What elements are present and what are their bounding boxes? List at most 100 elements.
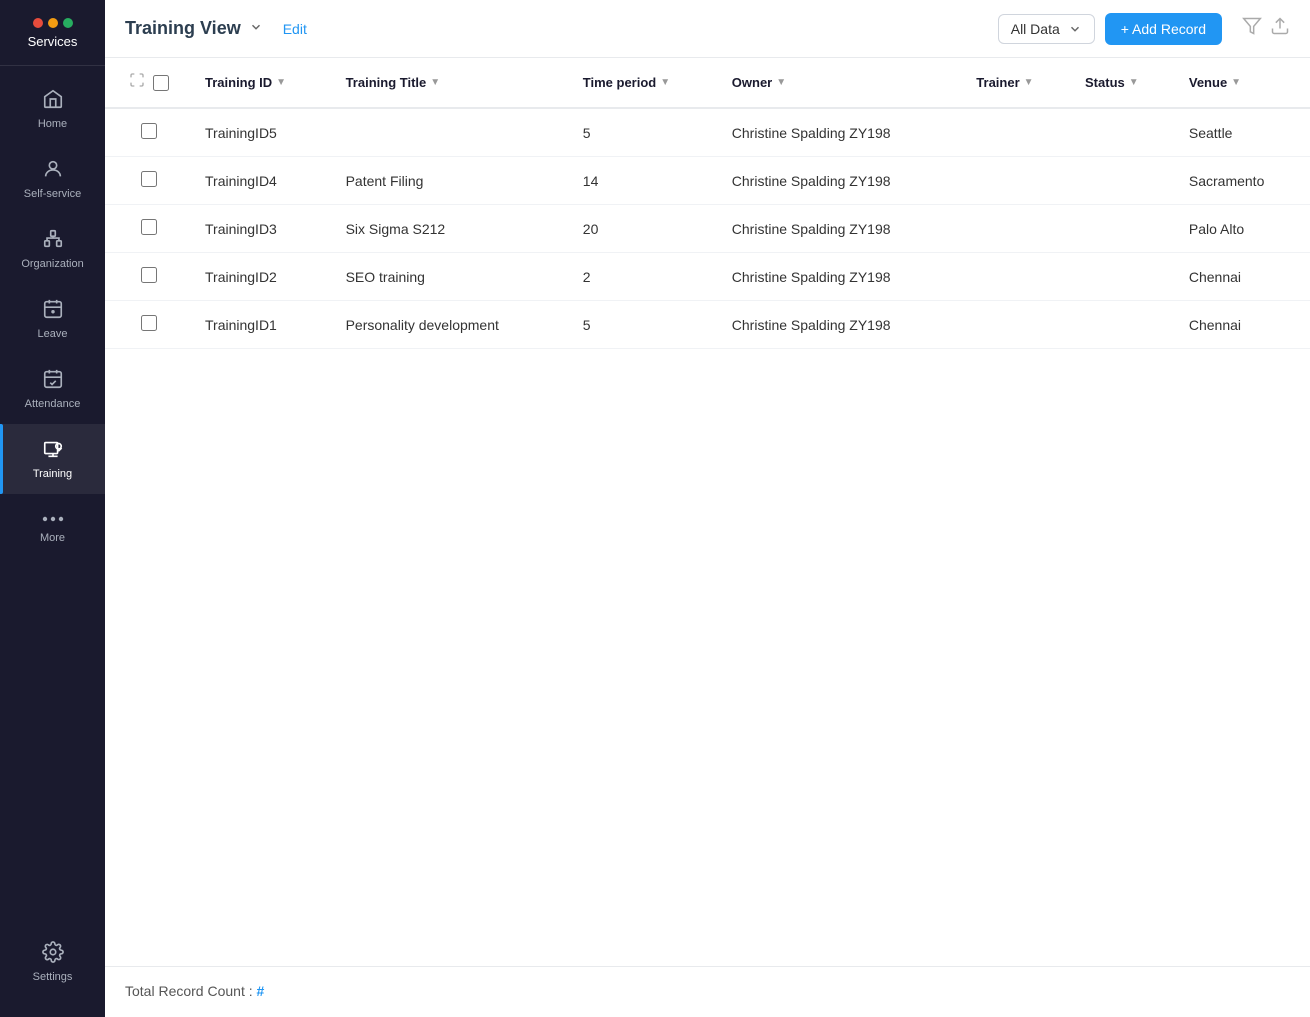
cell-status bbox=[1073, 301, 1177, 349]
cell-owner: Christine Spalding ZY198 bbox=[720, 253, 965, 301]
table-row: TrainingID5 5 Christine Spalding ZY198 S… bbox=[105, 108, 1310, 157]
row-checkbox-3[interactable] bbox=[141, 267, 157, 283]
cell-training-id: TrainingID3 bbox=[193, 205, 334, 253]
th-training-id-sort: ▼ bbox=[276, 77, 286, 88]
th-trainer-sort: ▼ bbox=[1024, 77, 1034, 88]
page-title: Training View bbox=[125, 18, 241, 39]
th-training-title-sort: ▼ bbox=[430, 77, 440, 88]
collapse-icon[interactable] bbox=[129, 72, 145, 93]
filter-icon[interactable] bbox=[1242, 16, 1262, 41]
cell-training-id: TrainingID1 bbox=[193, 301, 334, 349]
sidebar-item-organization[interactable]: Organization bbox=[0, 214, 105, 284]
cell-trainer bbox=[964, 108, 1073, 157]
th-owner[interactable]: Owner ▼ bbox=[720, 58, 965, 108]
edit-link[interactable]: Edit bbox=[283, 21, 307, 37]
sidebar-nav: Home Self-service Organiza bbox=[0, 66, 105, 927]
services-section[interactable]: Services bbox=[0, 0, 105, 66]
sidebar-item-attendance-label: Attendance bbox=[25, 398, 81, 410]
row-checkbox-0[interactable] bbox=[141, 123, 157, 139]
cell-venue: Seattle bbox=[1177, 108, 1310, 157]
cell-venue: Chennai bbox=[1177, 301, 1310, 349]
record-count-label: Total Record Count : # bbox=[125, 983, 264, 999]
filter-dropdown[interactable]: All Data bbox=[998, 14, 1095, 44]
th-time-period[interactable]: Time period ▼ bbox=[571, 58, 720, 108]
cell-venue: Sacramento bbox=[1177, 157, 1310, 205]
dot-red bbox=[33, 18, 43, 28]
row-checkbox-cell bbox=[105, 205, 193, 253]
cell-time-period: 5 bbox=[571, 301, 720, 349]
cell-owner: Christine Spalding ZY198 bbox=[720, 157, 965, 205]
cell-time-period: 5 bbox=[571, 108, 720, 157]
cell-owner: Christine Spalding ZY198 bbox=[720, 108, 965, 157]
th-training-id-label: Training ID bbox=[205, 75, 272, 90]
row-checkbox-2[interactable] bbox=[141, 219, 157, 235]
row-checkbox-1[interactable] bbox=[141, 171, 157, 187]
dot-yellow bbox=[48, 18, 58, 28]
th-training-title[interactable]: Training Title ▼ bbox=[334, 58, 571, 108]
main-content: Training View Edit All Data + Add Record bbox=[105, 0, 1310, 1017]
th-controls bbox=[105, 58, 193, 108]
row-checkbox-cell bbox=[105, 108, 193, 157]
th-training-title-label: Training Title bbox=[346, 75, 427, 90]
sidebar-item-home[interactable]: Home bbox=[0, 74, 105, 144]
cell-status bbox=[1073, 253, 1177, 301]
row-checkbox-cell bbox=[105, 253, 193, 301]
table-row: TrainingID2 SEO training 2 Christine Spa… bbox=[105, 253, 1310, 301]
dot-green bbox=[63, 18, 73, 28]
sidebar-item-settings[interactable]: Settings bbox=[0, 927, 105, 997]
cell-trainer bbox=[964, 205, 1073, 253]
table-header-row: Training ID ▼ Training Title ▼ Time peri… bbox=[105, 58, 1310, 108]
cell-training-title: Personality development bbox=[334, 301, 571, 349]
filter-dropdown-icon bbox=[1068, 22, 1082, 36]
row-checkbox-cell bbox=[105, 157, 193, 205]
sidebar-bottom: Settings bbox=[0, 927, 105, 1017]
cell-venue: Palo Alto bbox=[1177, 205, 1310, 253]
sidebar-item-training-label: Training bbox=[33, 468, 72, 480]
sidebar-item-home-label: Home bbox=[38, 118, 67, 130]
export-icon[interactable] bbox=[1270, 16, 1290, 41]
training-table: Training ID ▼ Training Title ▼ Time peri… bbox=[105, 58, 1310, 349]
th-venue[interactable]: Venue ▼ bbox=[1177, 58, 1310, 108]
home-icon bbox=[42, 88, 64, 114]
sidebar-item-training[interactable]: Training bbox=[0, 424, 105, 494]
sidebar-item-more[interactable]: More bbox=[0, 494, 105, 558]
cell-owner: Christine Spalding ZY198 bbox=[720, 301, 965, 349]
cell-status bbox=[1073, 157, 1177, 205]
th-trainer[interactable]: Trainer ▼ bbox=[964, 58, 1073, 108]
record-count-value: # bbox=[257, 983, 265, 999]
cell-time-period: 2 bbox=[571, 253, 720, 301]
sidebar-item-leave[interactable]: Leave bbox=[0, 284, 105, 354]
training-icon bbox=[42, 438, 64, 464]
cell-trainer bbox=[964, 301, 1073, 349]
th-status[interactable]: Status ▼ bbox=[1073, 58, 1177, 108]
cell-venue: Chennai bbox=[1177, 253, 1310, 301]
cell-status bbox=[1073, 108, 1177, 157]
cell-time-period: 14 bbox=[571, 157, 720, 205]
row-checkbox-4[interactable] bbox=[141, 315, 157, 331]
title-dropdown-icon[interactable] bbox=[249, 20, 263, 37]
cell-training-id: TrainingID2 bbox=[193, 253, 334, 301]
add-record-button[interactable]: + Add Record bbox=[1105, 13, 1222, 45]
th-time-period-label: Time period bbox=[583, 75, 656, 90]
add-record-label: + Add Record bbox=[1121, 21, 1206, 37]
th-venue-label: Venue bbox=[1189, 75, 1227, 90]
page-footer: Total Record Count : # bbox=[105, 966, 1310, 1017]
sidebar-item-organization-label: Organization bbox=[21, 258, 83, 270]
sidebar-item-self-service[interactable]: Self-service bbox=[0, 144, 105, 214]
cell-status bbox=[1073, 205, 1177, 253]
services-label: Services bbox=[28, 34, 78, 49]
sidebar-item-attendance[interactable]: Attendance bbox=[0, 354, 105, 424]
active-bar bbox=[0, 424, 3, 494]
cell-training-id: TrainingID5 bbox=[193, 108, 334, 157]
select-all-checkbox[interactable] bbox=[153, 75, 169, 91]
cell-time-period: 20 bbox=[571, 205, 720, 253]
th-training-id[interactable]: Training ID ▼ bbox=[193, 58, 334, 108]
cell-training-title bbox=[334, 108, 571, 157]
sidebar-item-leave-label: Leave bbox=[38, 328, 68, 340]
th-status-label: Status bbox=[1085, 75, 1125, 90]
cell-trainer bbox=[964, 157, 1073, 205]
table-row: TrainingID1 Personality development 5 Ch… bbox=[105, 301, 1310, 349]
sidebar-item-settings-label: Settings bbox=[33, 971, 73, 983]
th-venue-sort: ▼ bbox=[1231, 77, 1241, 88]
table-row: TrainingID3 Six Sigma S212 20 Christine … bbox=[105, 205, 1310, 253]
